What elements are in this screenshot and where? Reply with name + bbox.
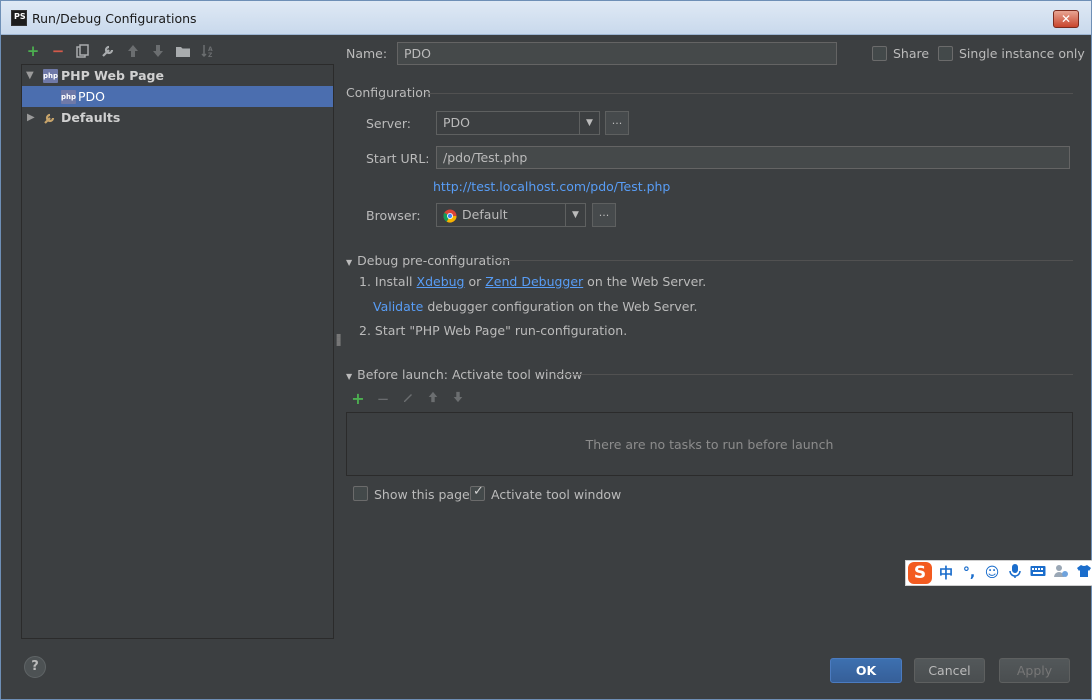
server-dropdown[interactable]: PDO ▼ bbox=[436, 111, 600, 135]
step1-suffix: on the Web Server. bbox=[583, 274, 707, 289]
browser-value: Default bbox=[462, 207, 508, 222]
remove-icon[interactable]: − bbox=[48, 41, 68, 61]
or-text: or bbox=[464, 274, 486, 289]
copy-icon[interactable] bbox=[73, 41, 93, 61]
browser-label: Browser: bbox=[366, 208, 421, 223]
tree-item-label: PDO bbox=[78, 89, 106, 104]
tree-item-defaults[interactable]: ▶ Defaults bbox=[22, 107, 333, 128]
move-down-icon[interactable] bbox=[148, 41, 168, 61]
server-label: Server: bbox=[366, 116, 411, 131]
apply-button[interactable]: Apply bbox=[999, 658, 1070, 683]
share-label: Share bbox=[893, 46, 930, 61]
ime-toolbar[interactable]: S 中 °, ☺ bbox=[905, 560, 1092, 586]
start-url-label: Start URL: bbox=[366, 151, 430, 166]
show-this-page-checkbox[interactable] bbox=[353, 486, 368, 501]
chevron-down-icon: ▼ bbox=[579, 112, 599, 134]
show-this-page-label: Show this page bbox=[374, 487, 470, 502]
name-label: Name: bbox=[346, 46, 388, 61]
title-bar[interactable]: PS Run/Debug Configurations ✕ bbox=[1, 1, 1091, 35]
server-value: PDO bbox=[443, 115, 471, 130]
tree-item-php-web-page[interactable]: ▼ php PHP Web Page bbox=[22, 65, 333, 86]
keyboard-icon[interactable] bbox=[1029, 565, 1047, 581]
emoji-icon[interactable]: ☺ bbox=[983, 565, 1001, 581]
browser-dropdown[interactable]: Default ▼ bbox=[436, 203, 586, 227]
single-instance-checkbox[interactable] bbox=[938, 46, 953, 61]
name-field[interactable]: PDO bbox=[397, 42, 837, 65]
svg-text:Z: Z bbox=[208, 52, 213, 58]
expanded-arrow-icon: ▼ bbox=[346, 372, 353, 381]
expanded-arrow-icon: ▼ bbox=[346, 258, 353, 267]
move-task-down-icon[interactable] bbox=[449, 391, 467, 406]
dialog-window: PS Run/Debug Configurations ✕ + − AZ ▼ p… bbox=[0, 0, 1092, 700]
before-launch-task-list[interactable]: There are no tasks to run before launch bbox=[346, 412, 1073, 476]
edit-defaults-icon[interactable] bbox=[98, 41, 118, 61]
tree-item-label: PHP Web Page bbox=[61, 68, 164, 83]
expanded-arrow-icon[interactable]: ▼ bbox=[26, 65, 34, 86]
share-checkbox[interactable] bbox=[872, 46, 887, 61]
wrench-icon bbox=[43, 111, 59, 125]
debug-separator bbox=[495, 260, 1073, 261]
start-url-field[interactable]: /pdo/Test.php bbox=[436, 146, 1070, 169]
before-launch-separator bbox=[555, 374, 1073, 375]
debug-preconfig-toggle[interactable]: ▼ Debug pre-configuration bbox=[346, 253, 510, 268]
window-title: Run/Debug Configurations bbox=[32, 11, 197, 26]
sogou-logo-icon[interactable]: S bbox=[908, 562, 932, 584]
browser-browse-button[interactable]: ... bbox=[592, 203, 616, 227]
validate-suffix: debugger configuration on the Web Server… bbox=[423, 299, 698, 314]
configuration-title: Configuration bbox=[346, 85, 431, 100]
config-toolbar: + − AZ bbox=[23, 41, 218, 61]
debug-validate-line: Validate debugger configuration on the W… bbox=[373, 299, 697, 314]
server-browse-button[interactable]: ... bbox=[605, 111, 629, 135]
move-task-up-icon[interactable] bbox=[424, 391, 442, 406]
php-icon: php bbox=[61, 90, 76, 104]
tree-item-label: Defaults bbox=[61, 110, 121, 125]
ok-button[interactable]: OK bbox=[830, 658, 902, 683]
edit-task-icon[interactable] bbox=[399, 391, 417, 406]
cancel-button[interactable]: Cancel bbox=[914, 658, 985, 683]
zend-debugger-link[interactable]: Zend Debugger bbox=[485, 274, 583, 289]
collapsed-arrow-icon[interactable]: ▶ bbox=[27, 107, 35, 128]
xdebug-link[interactable]: Xdebug bbox=[417, 274, 465, 289]
folder-icon[interactable] bbox=[173, 41, 193, 61]
chrome-icon bbox=[443, 208, 457, 230]
panel-splitter-handle[interactable]: ▪ ▪ ▪ bbox=[336, 332, 341, 348]
move-up-icon[interactable] bbox=[123, 41, 143, 61]
user-icon[interactable] bbox=[1052, 564, 1070, 582]
debug-preconfig-title: Debug pre-configuration bbox=[357, 253, 511, 268]
configuration-separator bbox=[426, 93, 1073, 94]
help-button[interactable]: ? bbox=[24, 656, 46, 678]
remove-task-icon[interactable]: − bbox=[374, 390, 392, 408]
close-button[interactable]: ✕ bbox=[1053, 10, 1079, 28]
before-launch-title: Before launch: Activate tool window bbox=[357, 367, 583, 382]
resolved-url-link[interactable]: http://test.localhost.com/pdo/Test.php bbox=[433, 179, 670, 194]
empty-tasks-message: There are no tasks to run before launch bbox=[585, 437, 834, 452]
skin-shirt-icon[interactable] bbox=[1075, 564, 1092, 582]
add-icon[interactable]: + bbox=[23, 41, 43, 61]
php-icon: php bbox=[43, 69, 58, 83]
step1-prefix: 1. Install bbox=[359, 274, 417, 289]
before-launch-toolbar: + − bbox=[349, 389, 467, 408]
sort-icon[interactable]: AZ bbox=[198, 41, 218, 61]
chevron-down-icon: ▼ bbox=[565, 204, 585, 226]
phpstorm-app-icon: PS bbox=[11, 10, 27, 26]
debug-step-2: 2. Start "PHP Web Page" run-configuratio… bbox=[359, 323, 628, 338]
single-instance-label: Single instance only bbox=[959, 46, 1085, 61]
tree-item-pdo[interactable]: php PDO bbox=[22, 86, 333, 107]
debug-step-1: 1. Install Xdebug or Zend Debugger on th… bbox=[359, 274, 706, 289]
validate-link[interactable]: Validate bbox=[373, 299, 423, 314]
before-launch-toggle[interactable]: ▼ Before launch: Activate tool window bbox=[346, 367, 582, 382]
configurations-tree: ▼ php PHP Web Page php PDO ▶ Defaults bbox=[21, 64, 334, 639]
microphone-icon[interactable] bbox=[1006, 563, 1024, 583]
add-task-icon[interactable]: + bbox=[349, 389, 367, 408]
punctuation-icon[interactable]: °, bbox=[960, 565, 978, 581]
activate-tool-window-checkbox[interactable] bbox=[470, 484, 485, 501]
chinese-mode-icon[interactable]: 中 bbox=[937, 563, 955, 583]
activate-tool-window-label: Activate tool window bbox=[491, 487, 622, 502]
